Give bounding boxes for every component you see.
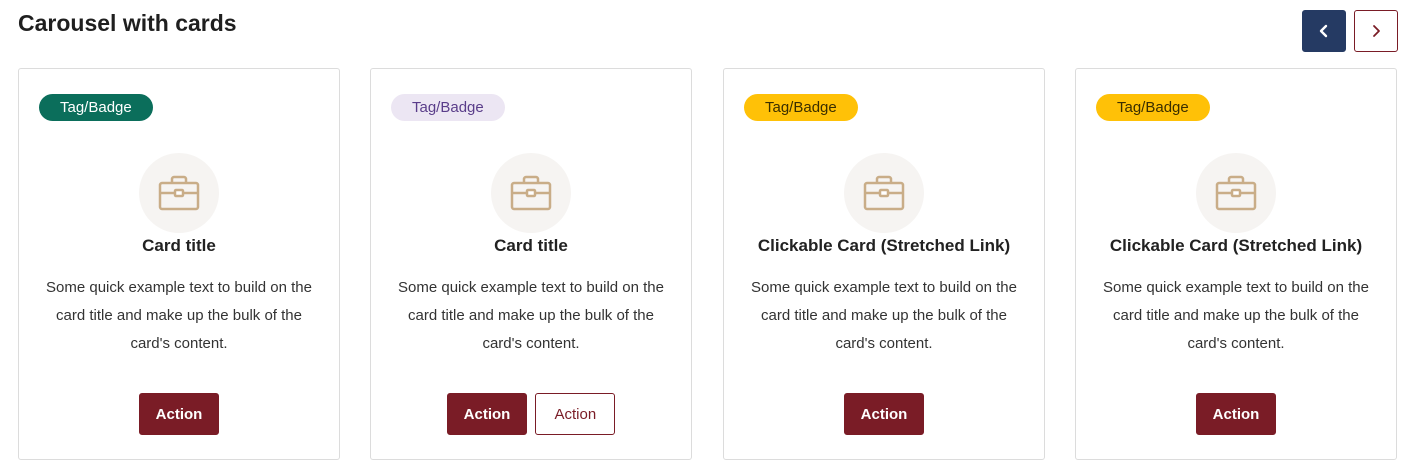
tag-badge: Tag/Badge <box>744 94 858 121</box>
card-title: Card title <box>142 236 216 255</box>
action-button[interactable]: Action <box>1195 393 1277 435</box>
card-title: Clickable Card (Stretched Link) <box>757 236 1011 255</box>
tag-badge: Tag/Badge <box>391 94 505 121</box>
card-icon-circle <box>491 153 571 233</box>
tag-badge: Tag/Badge <box>1096 94 1210 121</box>
action-button[interactable]: Action <box>843 393 925 435</box>
card-actions: Action <box>724 393 1044 435</box>
action-button[interactable]: Action <box>138 393 220 435</box>
card-stretched-link[interactable]: Tag/Badge Clickable Card (Stretched Link… <box>1075 68 1397 460</box>
chevron-right-icon <box>1373 25 1380 37</box>
card-actions: Action <box>19 393 339 435</box>
secondary-action-button[interactable]: Action <box>535 393 616 435</box>
card-text: Some quick example text to build on the … <box>398 279 664 352</box>
card: Tag/Badge Card title Some quick example … <box>370 68 692 460</box>
tag-badge: Tag/Badge <box>39 94 153 121</box>
carousel-prev-button[interactable] <box>1302 10 1346 52</box>
card-actions: Action <box>1076 393 1396 435</box>
card-text: Some quick example text to build on the … <box>46 279 312 352</box>
page-title: Carousel with cards <box>18 10 237 36</box>
chevron-left-icon <box>1319 24 1328 38</box>
card: Tag/Badge Card title Some quick example … <box>18 68 340 460</box>
briefcase-icon <box>1215 175 1257 211</box>
card-text: Some quick example text to build on the … <box>751 279 1017 352</box>
card-icon-circle <box>844 153 924 233</box>
briefcase-icon <box>510 175 552 211</box>
card-title: Card title <box>494 236 568 255</box>
card-icon-circle <box>139 153 219 233</box>
briefcase-icon <box>158 175 200 211</box>
card-stretched-link[interactable]: Tag/Badge Clickable Card (Stretched Link… <box>723 68 1045 460</box>
action-button[interactable]: Action <box>446 393 528 435</box>
briefcase-icon <box>863 175 905 211</box>
card-title: Clickable Card (Stretched Link) <box>1109 236 1363 255</box>
card-actions: Action Action <box>371 393 691 435</box>
carousel-next-button[interactable] <box>1354 10 1398 52</box>
card-text: Some quick example text to build on the … <box>1103 279 1369 352</box>
card-icon-circle <box>1196 153 1276 233</box>
